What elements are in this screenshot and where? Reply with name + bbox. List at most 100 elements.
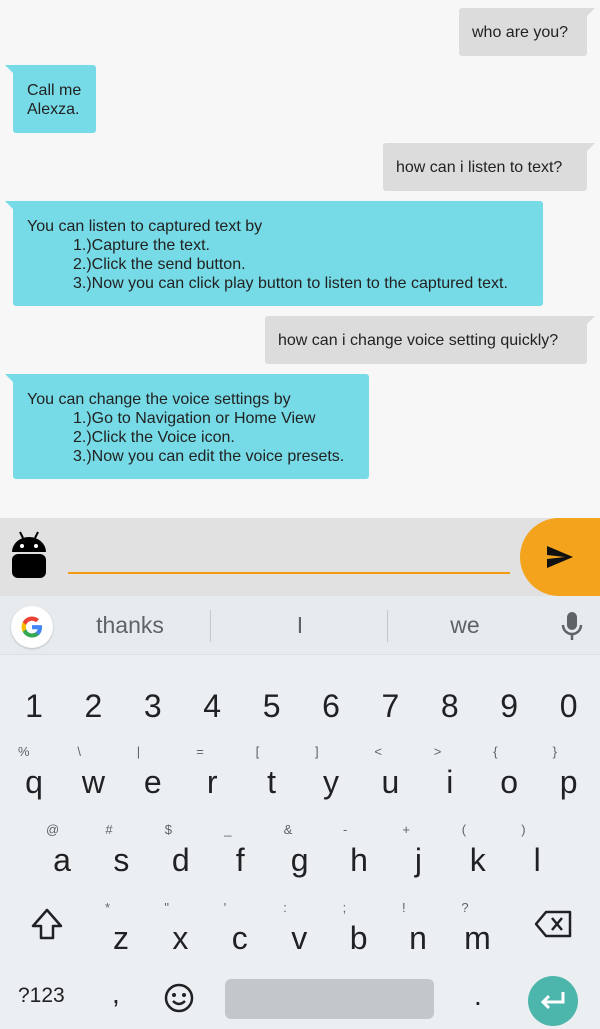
bot-message: You can change the voice settings by 1.)… [5,374,369,479]
key-hint: ) [521,822,526,837]
key-hint: [ [255,744,260,759]
key[interactable]: {o [479,738,539,814]
key[interactable]: ? m [447,894,507,970]
key-hint: ' [223,900,227,915]
key-label: 8 [440,688,459,724]
key[interactable]: ' c [210,894,270,970]
key[interactable]: | e [123,738,183,814]
key-label: 6 [322,688,340,724]
key[interactable]: :v [269,894,329,970]
key-hint: # [105,822,113,837]
key-label: r [206,764,218,800]
key[interactable]: = r [182,738,242,814]
key[interactable]: ] y [301,738,361,814]
chat-area[interactable]: who are you? Call me Alexza. how can i l… [0,0,600,518]
key-hint: $ [164,822,173,837]
message-step: 3.)Now you can edit the voice presets. [73,448,345,465]
key[interactable]: _ f [210,816,270,892]
message-text: Alexza. [27,101,80,118]
android-icon[interactable] [10,530,48,582]
key[interactable]: } p [539,738,599,814]
message-text: You can change the voice settings by [27,391,291,408]
message-step: 2.)Click the Voice icon. [73,429,235,446]
key[interactable]: 1 [4,660,64,736]
key-hint: ! [402,900,406,915]
send-button[interactable] [520,518,600,596]
enter-key[interactable] [528,976,578,1026]
key-label: q [25,764,43,800]
key-hint: ; [342,900,347,915]
user-message: how can i listen to text? [383,143,595,191]
key-label: 0 [559,688,578,724]
key[interactable]: & g [270,816,330,892]
key-hint: = [196,744,204,759]
key-hint: : [283,900,287,915]
key[interactable]: > i [420,738,480,814]
key[interactable]: $ d [151,816,211,892]
key[interactable]: 4 [182,660,242,736]
key-hint: & [283,822,293,837]
key-label: h [350,842,368,878]
divider [210,610,211,642]
key-hint: | [136,744,141,759]
period-key[interactable]: . [474,980,490,1012]
key[interactable]: 6 [301,660,361,736]
key-label: o [500,764,519,800]
key-label: 1 [25,688,43,724]
emoji-key[interactable] [163,982,197,1016]
symbols-key[interactable]: ?123 [18,984,65,1008]
emoji-icon [164,983,194,1013]
key[interactable]: [t [242,738,302,814]
backspace-key[interactable] [524,896,584,952]
key-hint: ? [461,900,469,915]
microphone-icon[interactable] [558,610,586,642]
key-label: g [290,842,309,878]
enter-icon [540,992,565,1010]
key-label: i [446,764,454,800]
space-key[interactable] [225,979,434,1019]
key[interactable]: @ a [32,816,92,892]
key[interactable]: 0 [539,660,599,736]
key[interactable]: ) l [507,816,567,892]
key-hint: " [164,900,170,915]
key-label: 5 [262,688,281,724]
suggestion-item[interactable]: I [240,596,360,654]
key[interactable]: 3 [123,660,183,736]
key[interactable]: (k [448,816,508,892]
key-label: b [349,920,368,956]
suggestion-item[interactable]: thanks [70,596,190,654]
key[interactable]: -h [329,816,389,892]
key[interactable]: 5 [242,660,302,736]
key[interactable]: 2 [63,660,123,736]
key-label: z [113,920,129,956]
key-label: m [464,920,491,956]
message-input[interactable] [68,538,510,574]
key[interactable]: 9 [479,660,539,736]
key[interactable]: < u [360,738,420,814]
key[interactable]: 8 [420,660,480,736]
comma-key[interactable]: , [112,978,132,1010]
key-label: v [291,920,308,956]
key-hint: _ [224,822,232,837]
key[interactable]: # s [91,816,151,892]
message-text: how can i change voice setting quickly? [278,332,559,349]
suggestion-bar: thanks I we [0,596,600,655]
key[interactable]: 7 [360,660,420,736]
key-hint: * [105,900,111,915]
key-hint: < [374,744,382,759]
bot-message: Call me Alexza. [5,65,96,133]
key[interactable]: * z [91,894,151,970]
key-hint: % [18,744,30,759]
key[interactable]: ; b [329,894,389,970]
suggestion-item[interactable]: we [405,596,525,654]
key[interactable]: \ w [63,738,123,814]
message-text: You can listen to captured text by [27,218,263,235]
key[interactable]: + j [388,816,448,892]
message-step: 1.)Go to Navigation or Home View [73,410,316,427]
shift-key[interactable] [18,896,76,952]
key-label: s [113,842,130,878]
key[interactable]: % q [4,738,64,814]
google-logo-icon[interactable] [11,606,53,648]
key[interactable]: ! n [388,894,448,970]
key[interactable]: " x [150,894,210,970]
